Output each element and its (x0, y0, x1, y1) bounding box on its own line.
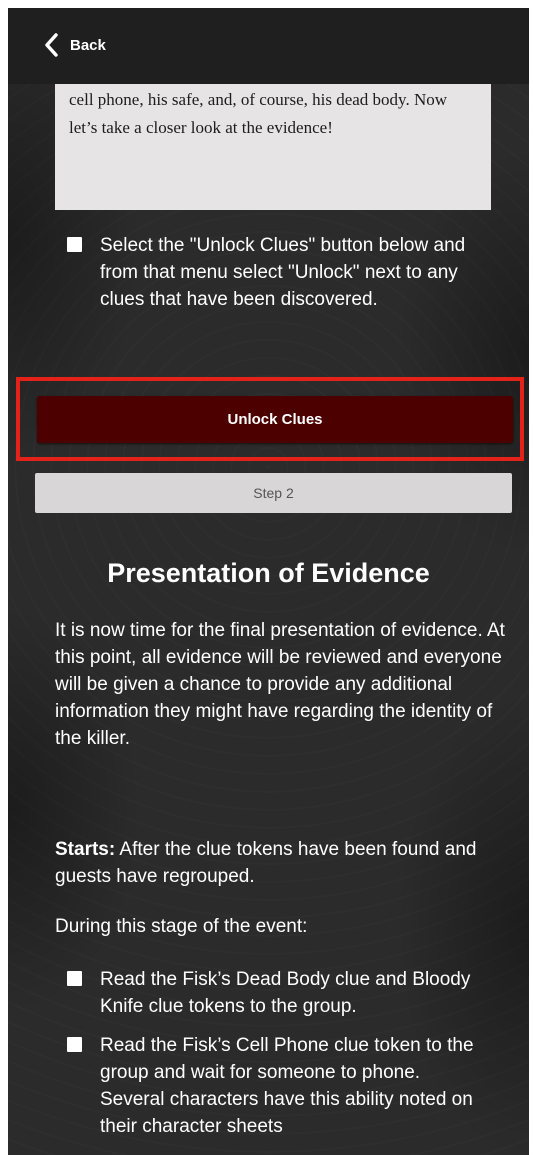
starts-label: Starts: (55, 839, 116, 860)
intro-text-box: cell phone, his safe, and, of course, hi… (55, 84, 491, 210)
checklist-item: Read the Fisk’s Dead Body clue and Blood… (67, 966, 487, 1020)
checklist-item: Read the Fisk’s Cell Phone clue token to… (67, 1032, 487, 1140)
step-tab[interactable]: Step 2 (35, 473, 512, 513)
app-screen: Back cell phone, his safe, and, of cours… (8, 8, 529, 1155)
back-button[interactable]: Back (44, 30, 106, 60)
checklist-item-text: Read the Fisk’s Dead Body clue and Blood… (100, 969, 471, 1017)
checkbox[interactable] (67, 971, 82, 986)
checklist-item: Select the "Unlock Clues" button below a… (67, 232, 487, 313)
checkbox[interactable] (67, 1037, 82, 1052)
during-text: During this stage of the event: (55, 916, 308, 937)
back-label: Back (70, 36, 106, 54)
chevron-left-icon (44, 33, 58, 57)
starts-paragraph: Starts: After the clue tokens have been … (55, 836, 505, 890)
checklist-item-text: Read the Fisk’s Cell Phone clue token to… (100, 1035, 474, 1137)
intro-text: cell phone, his safe, and, of course, hi… (69, 90, 447, 137)
starts-text: After the clue tokens have been found an… (55, 839, 477, 887)
checklist-item-text: Select the "Unlock Clues" button below a… (100, 235, 466, 310)
top-bar: Back (8, 8, 529, 84)
section-body: It is now time for the final presentatio… (55, 620, 505, 749)
unlock-clues-button[interactable]: Unlock Clues (37, 396, 513, 443)
section-title: Presentation of Evidence (107, 558, 430, 588)
checkbox[interactable] (67, 237, 82, 252)
